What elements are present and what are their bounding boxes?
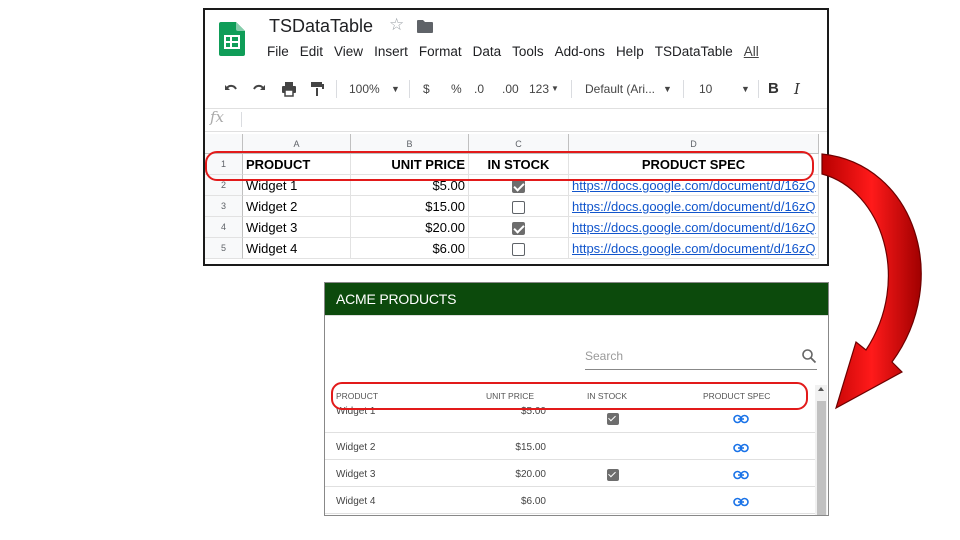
menu-add-ons[interactable]: Add-ons: [555, 44, 605, 64]
chevron-down-icon[interactable]: ▼: [551, 74, 559, 104]
checkbox-checked[interactable]: [512, 180, 525, 194]
bold-button[interactable]: B: [768, 74, 779, 104]
cell-unit-price[interactable]: $20.00: [351, 217, 469, 238]
menu-edit[interactable]: Edit: [300, 44, 323, 64]
in-stock-check-icon: [607, 413, 619, 425]
cell-in-stock: [469, 217, 569, 238]
spec-link[interactable]: https://docs.google.com/document/d/16zQ: [572, 241, 816, 256]
cell-unit-price[interactable]: $6.00: [351, 238, 469, 259]
font-family-select[interactable]: Default (Ari...: [585, 74, 655, 104]
product-cell: Widget 4: [336, 496, 376, 507]
menu-format[interactable]: Format: [419, 44, 462, 64]
link-icon[interactable]: [733, 497, 749, 507]
cell-product[interactable]: Widget 4: [243, 238, 351, 259]
table-title: ACME PRODUCTS: [336, 291, 457, 307]
checkbox-unchecked[interactable]: [512, 201, 525, 215]
cell-in-stock: [469, 238, 569, 259]
row-header[interactable]: 5: [205, 238, 243, 259]
link-icon[interactable]: [733, 443, 749, 453]
spec-link[interactable]: https://docs.google.com/document/d/16zQ: [572, 199, 816, 214]
menu-tools[interactable]: Tools: [512, 44, 544, 64]
product-cell: Widget 3: [336, 469, 376, 480]
cell-unit-price[interactable]: $15.00: [351, 196, 469, 217]
table-header-highlight: [331, 382, 808, 410]
toolbar: 100% ▼ $ % .0 .00 123 ▼ Default (Ari... …: [205, 74, 827, 104]
chevron-down-icon[interactable]: ▼: [741, 74, 750, 104]
toolbar-divider: [336, 80, 337, 98]
cell-product-spec: https://docs.google.com/document/d/16zQ: [569, 217, 819, 238]
sheets-screenshot: TSDataTable ☆ File Edit View Insert Form…: [203, 8, 829, 266]
menu-data[interactable]: Data: [473, 44, 502, 64]
zoom-select[interactable]: 100%: [349, 74, 380, 104]
table-title-bar: ACME PRODUCTS: [325, 283, 828, 315]
currency-format-button[interactable]: $: [423, 74, 430, 104]
search-icon[interactable]: [801, 348, 817, 364]
toolbar-divider: [409, 80, 410, 98]
menu-help[interactable]: Help: [616, 44, 644, 64]
menu-file[interactable]: File: [267, 44, 289, 64]
menu-insert[interactable]: Insert: [374, 44, 408, 64]
decrease-decimal-button[interactable]: .0: [474, 74, 484, 104]
divider: [325, 315, 828, 316]
chevron-down-icon[interactable]: ▼: [391, 74, 400, 104]
cell-product-spec: https://docs.google.com/document/d/16zQ: [569, 238, 819, 259]
header-row-highlight: [205, 151, 814, 181]
curved-arrow-icon: [821, 153, 922, 410]
link-icon[interactable]: [733, 470, 749, 480]
row-header[interactable]: 4: [205, 217, 243, 238]
italic-button[interactable]: I: [794, 74, 800, 104]
menu-bar: File Edit View Insert Format Data Tools …: [267, 44, 770, 64]
price-cell: $15.00: [515, 442, 546, 453]
menu-tsdatatable[interactable]: TSDataTable: [655, 44, 733, 64]
increase-decimal-button[interactable]: .00: [502, 74, 519, 104]
checkbox-checked[interactable]: [512, 222, 525, 236]
cell-product-spec: https://docs.google.com/document/d/16zQ: [569, 196, 819, 217]
row-header[interactable]: 3: [205, 196, 243, 217]
folder-icon[interactable]: [417, 20, 433, 33]
search-input[interactable]: [585, 349, 785, 363]
chevron-down-icon[interactable]: ▼: [663, 74, 672, 104]
in-stock-check-icon: [607, 469, 619, 481]
checkbox-unchecked[interactable]: [512, 243, 525, 257]
link-icon[interactable]: [733, 414, 749, 424]
more-formats-button[interactable]: 123: [529, 74, 549, 104]
print-icon[interactable]: [281, 81, 297, 97]
table-row[interactable]: Widget 1 $5.00: [325, 406, 815, 433]
cell-in-stock: [469, 196, 569, 217]
cell-product[interactable]: Widget 2: [243, 196, 351, 217]
toolbar-divider: [758, 80, 759, 98]
redo-icon[interactable]: [251, 81, 267, 97]
price-cell: $6.00: [520, 496, 546, 507]
formula-bar[interactable]: fx: [205, 108, 827, 132]
document-title[interactable]: TSDataTable: [269, 16, 373, 37]
search-field: [585, 345, 817, 370]
formula-divider: [241, 112, 242, 127]
undo-icon[interactable]: [223, 81, 239, 97]
table-row[interactable]: Widget 4 $6.00: [325, 487, 815, 514]
star-icon[interactable]: ☆: [389, 15, 404, 35]
price-cell: $20.00: [515, 469, 546, 480]
toolbar-divider: [683, 80, 684, 98]
all-changes-saved-link[interactable]: All: [744, 44, 759, 64]
table-row[interactable]: Widget 3 $20.00: [325, 460, 815, 487]
paint-format-icon[interactable]: [309, 81, 325, 97]
spec-link[interactable]: https://docs.google.com/document/d/16zQ: [572, 220, 816, 235]
google-sheets-logo-icon[interactable]: [219, 22, 245, 56]
menu-view[interactable]: View: [334, 44, 363, 64]
font-size-select[interactable]: 10: [699, 74, 712, 104]
fx-label: fx: [210, 108, 225, 126]
product-cell: Widget 2: [336, 442, 376, 453]
cell-product[interactable]: Widget 3: [243, 217, 351, 238]
percent-format-button[interactable]: %: [451, 74, 462, 104]
table-row[interactable]: Widget 2 $15.00: [325, 433, 815, 460]
toolbar-divider: [571, 80, 572, 98]
